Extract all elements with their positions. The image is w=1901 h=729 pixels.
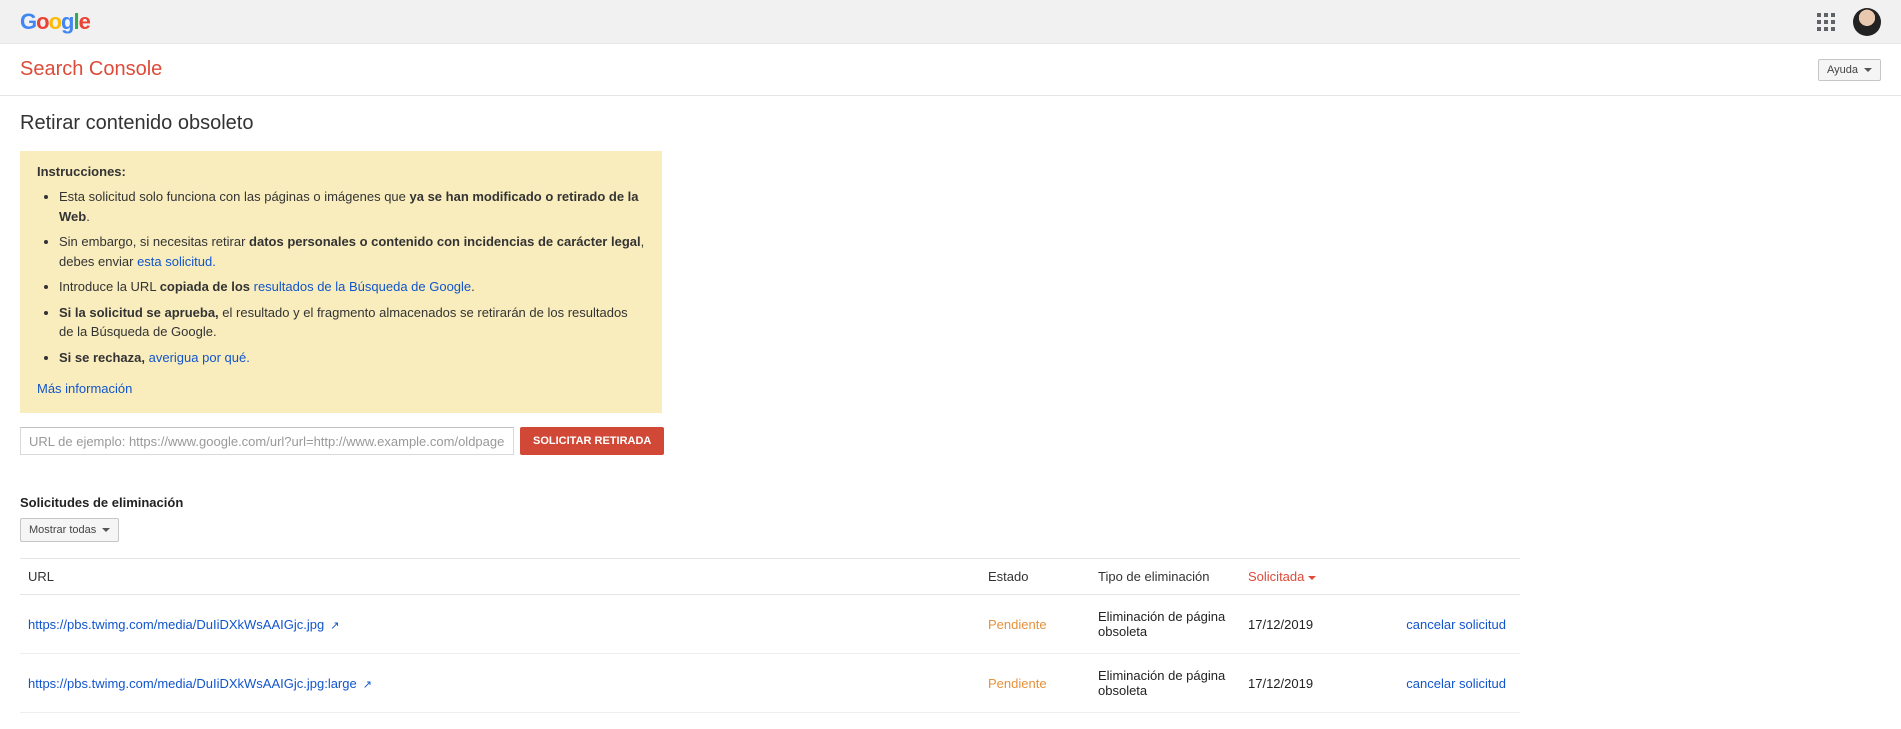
instruction-item: Introduce la URL copiada de los resultad… bbox=[59, 277, 645, 297]
google-logo[interactable]: Google bbox=[20, 9, 90, 35]
instructions-box: Instrucciones: Esta solicitud solo funci… bbox=[20, 151, 662, 413]
cancel-request-link[interactable]: cancelar solicitud bbox=[1406, 676, 1506, 691]
row-type: Eliminación de página obsoleta bbox=[1090, 595, 1240, 654]
col-header-tipo[interactable]: Tipo de eliminación bbox=[1090, 559, 1240, 595]
row-date: 17/12/2019 bbox=[1240, 595, 1340, 654]
instructions-heading: Instrucciones: bbox=[37, 164, 126, 179]
row-url-link[interactable]: https://pbs.twimg.com/media/DuIiDXkWsAAI… bbox=[28, 617, 324, 632]
apps-icon[interactable] bbox=[1817, 13, 1835, 31]
instruction-item: Si se rechaza, averigua por qué. bbox=[59, 348, 645, 368]
search-results-link[interactable]: resultados de la Búsqueda de Google bbox=[254, 279, 472, 294]
row-url-link[interactable]: https://pbs.twimg.com/media/DuIiDXkWsAAI… bbox=[28, 676, 357, 691]
why-rejected-link[interactable]: averigua por qué. bbox=[149, 350, 250, 365]
instruction-item: Sin embargo, si necesitas retirar datos … bbox=[59, 232, 645, 271]
col-header-url[interactable]: URL bbox=[20, 559, 980, 595]
filter-button-label: Mostrar todas bbox=[29, 524, 96, 536]
cancel-request-link[interactable]: cancelar solicitud bbox=[1406, 617, 1506, 632]
help-button-label: Ayuda bbox=[1827, 64, 1858, 76]
row-status: Pendiente bbox=[980, 595, 1090, 654]
requests-section-title: Solicitudes de eliminación bbox=[20, 495, 1520, 510]
col-header-actions bbox=[1340, 559, 1520, 595]
requests-table: URL Estado Tipo de eliminación Solicitad… bbox=[20, 558, 1520, 713]
request-removal-button[interactable]: SOLICITAR RETIRADA bbox=[520, 427, 664, 455]
col-header-solicitada[interactable]: Solicitada bbox=[1240, 559, 1340, 595]
caret-down-icon bbox=[102, 528, 110, 532]
external-link-icon[interactable]: ↗ bbox=[330, 619, 339, 632]
caret-down-icon bbox=[1864, 68, 1872, 72]
filter-button[interactable]: Mostrar todas bbox=[20, 518, 119, 542]
url-input[interactable] bbox=[20, 427, 514, 455]
legal-request-link[interactable]: esta solicitud. bbox=[137, 254, 216, 269]
more-info-link[interactable]: Más información bbox=[37, 381, 132, 396]
google-header: Google bbox=[0, 0, 1901, 44]
table-row: https://pbs.twimg.com/media/DuIiDXkWsAAI… bbox=[20, 595, 1520, 654]
col-header-estado[interactable]: Estado bbox=[980, 559, 1090, 595]
instruction-item: Esta solicitud solo funciona con las pág… bbox=[59, 187, 645, 226]
sub-header: Search Console Ayuda bbox=[0, 44, 1901, 96]
page-title: Retirar contenido obsoleto bbox=[20, 112, 1520, 135]
app-title[interactable]: Search Console bbox=[20, 58, 162, 81]
external-link-icon[interactable]: ↗ bbox=[363, 678, 372, 691]
help-button[interactable]: Ayuda bbox=[1818, 59, 1881, 81]
instruction-item: Si la solicitud se aprueba, el resultado… bbox=[59, 303, 645, 342]
avatar[interactable] bbox=[1853, 8, 1881, 36]
sort-desc-icon bbox=[1308, 576, 1316, 580]
